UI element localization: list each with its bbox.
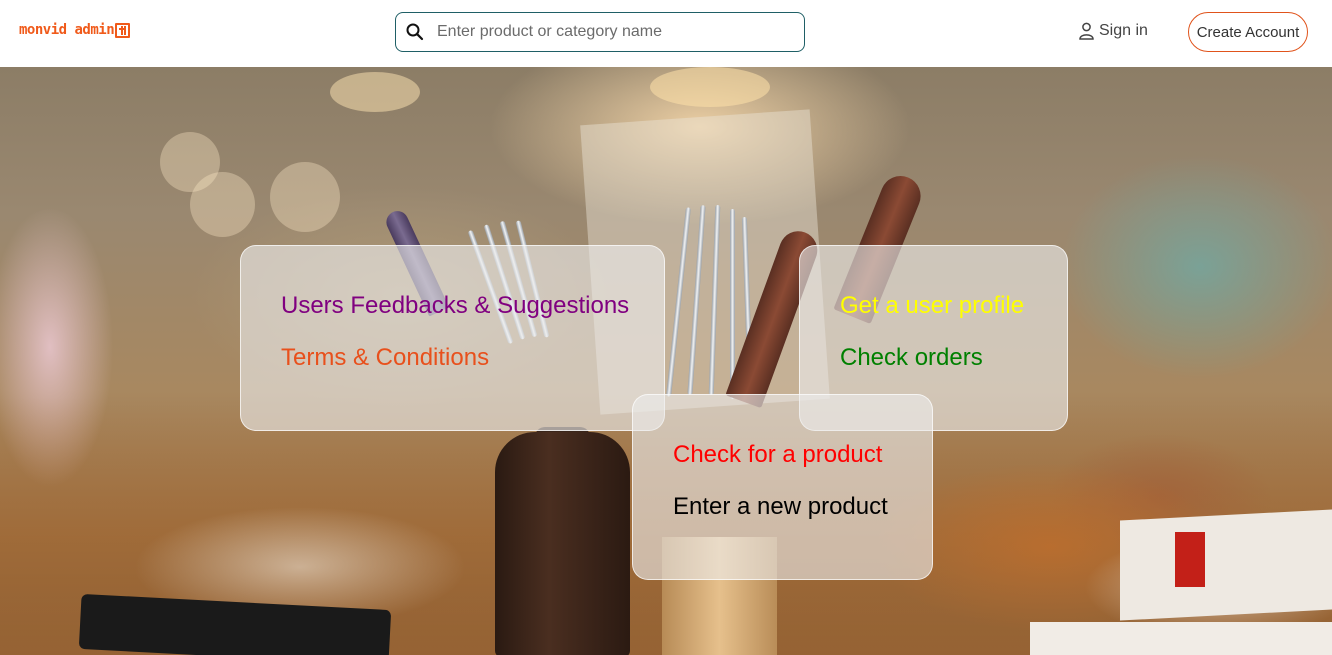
bokeh-light [190,172,255,237]
pepper-grinder [495,432,630,655]
search-input[interactable] [437,23,777,41]
admin-links-card: Users Feedbacks & Suggestions Terms & Co… [240,245,665,431]
brand-logo[interactable]: monvid admin [19,22,131,38]
terms-link[interactable]: Terms & Conditions [281,344,664,372]
bokeh-light [650,67,770,107]
check-orders-link[interactable]: Check orders [840,344,1067,372]
brand-name: monvid admin [19,22,115,38]
paper-sheet [1120,509,1332,621]
feedbacks-link[interactable]: Users Feedbacks & Suggestions [281,292,664,320]
bokeh-light [270,162,340,232]
paper-sheet [1030,622,1332,655]
search-icon [406,23,424,41]
red-tag [1175,532,1205,587]
bokeh-light [330,72,420,112]
top-navbar: monvid admin Sign in Create Account [0,0,1332,67]
new-product-link[interactable]: Enter a new product [673,493,932,521]
check-product-link[interactable]: Check for a product [673,441,932,469]
search-bar[interactable] [395,12,805,52]
sign-in-link[interactable]: Sign in [1078,22,1148,40]
sign-in-label: Sign in [1099,22,1148,39]
user-icon [1079,22,1094,40]
products-links-card: Check for a product Enter a new product [632,394,933,580]
storefront-icon [115,22,131,38]
user-profile-link[interactable]: Get a user profile [840,292,1067,320]
create-account-button[interactable]: Create Account [1188,12,1308,52]
